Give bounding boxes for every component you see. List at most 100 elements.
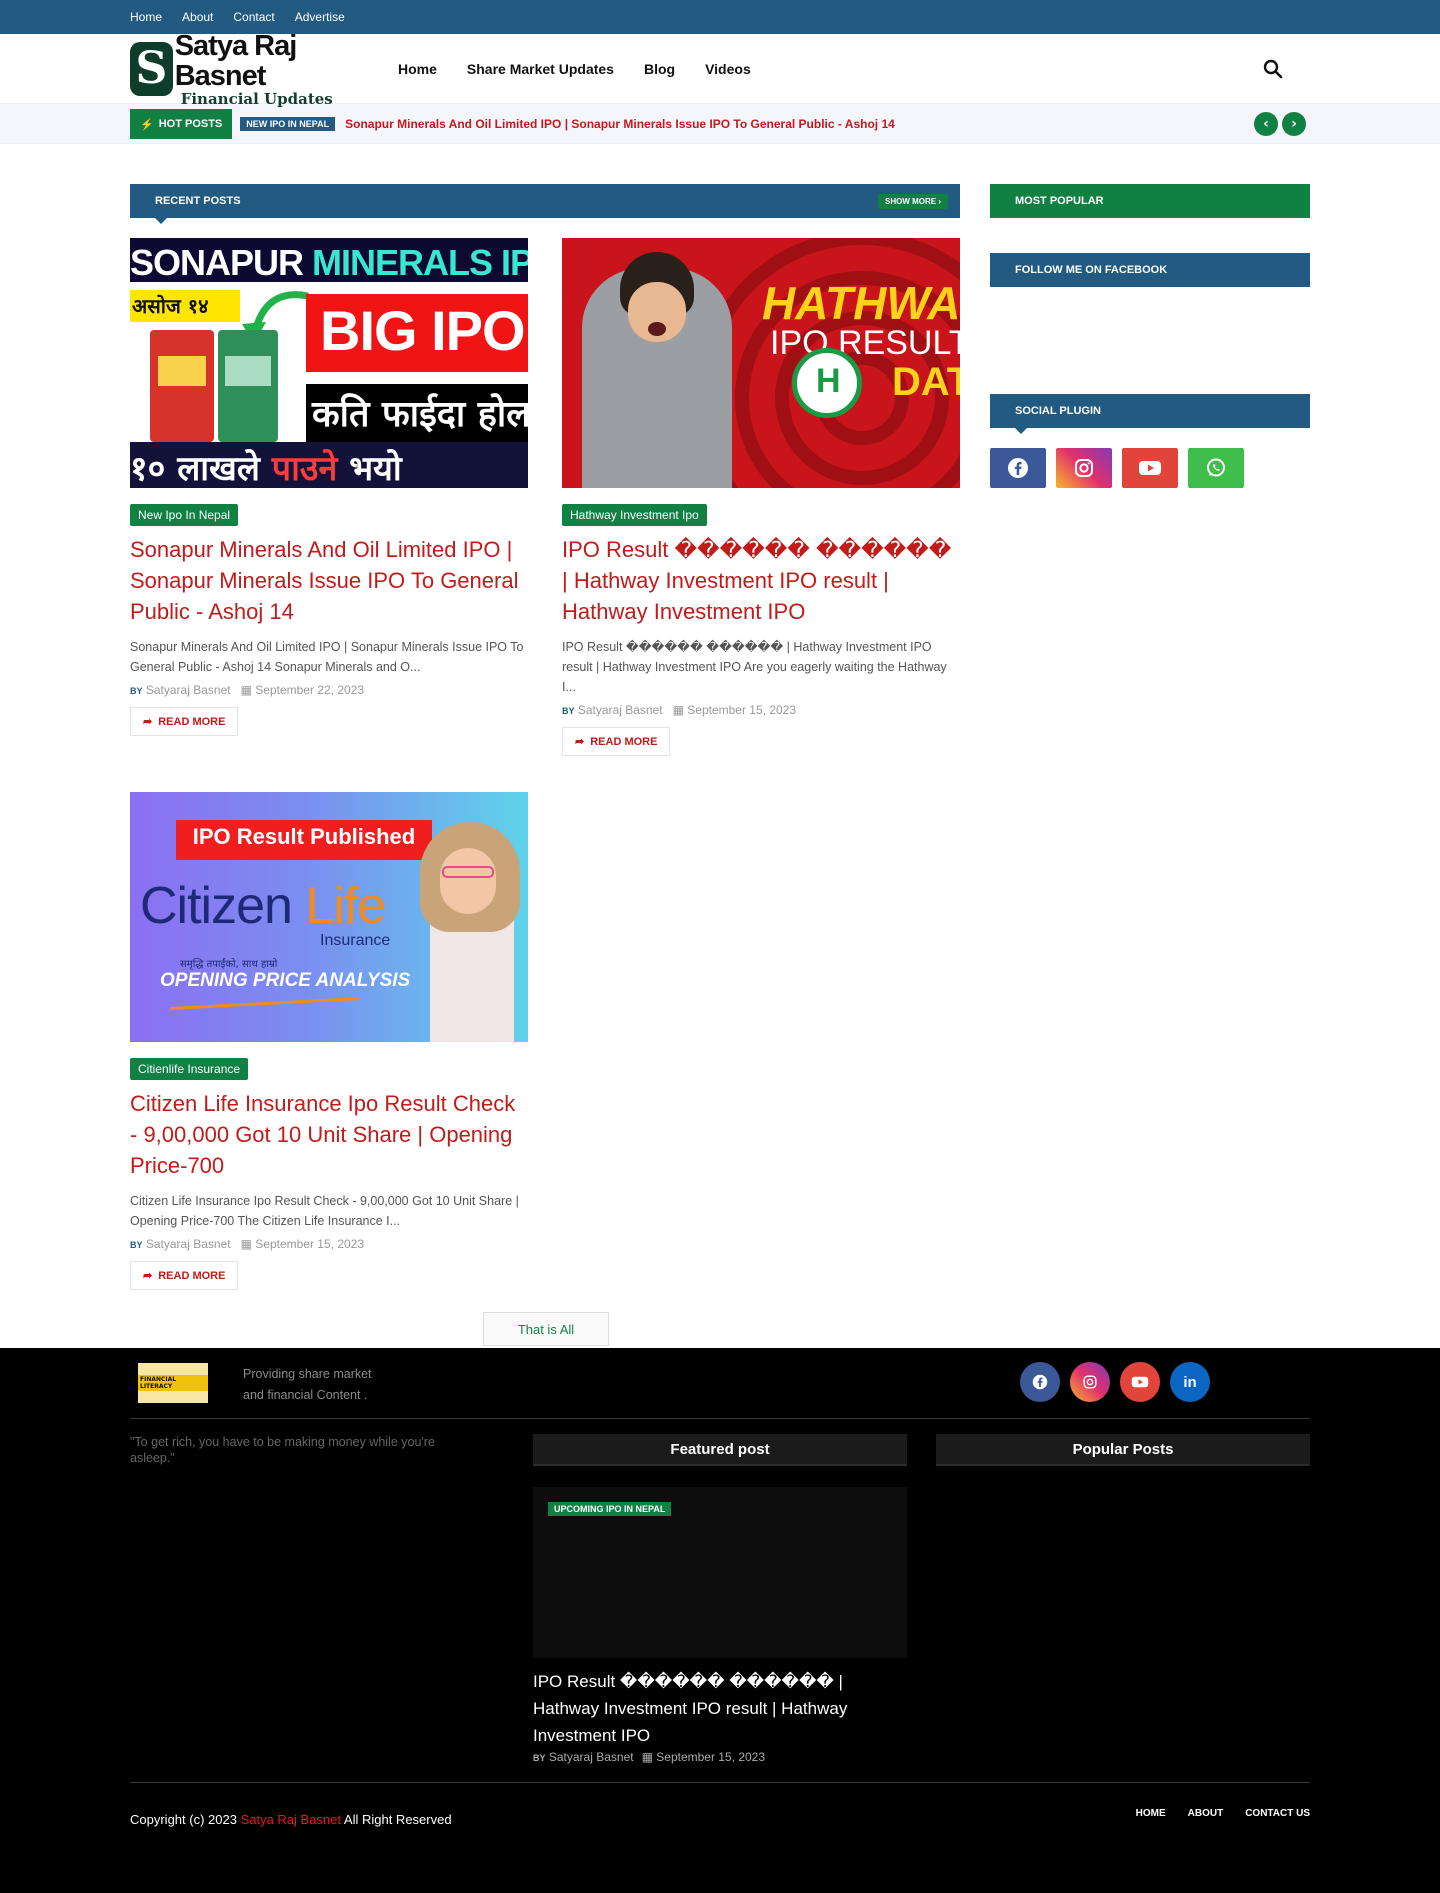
calendar-icon: ▦ [240,683,252,697]
featured-post-tag[interactable]: UPCOMING IPO IN NEPAL [548,1502,672,1516]
that-is-all-button[interactable]: That is All [483,1312,609,1346]
site-logo[interactable]: S Satya Raj Basnet Financial Updates [130,31,362,107]
sidebar: MOST POPULAR FOLLOW ME ON FACEBOOK SOCIA… [990,184,1310,1346]
featured-post-author[interactable]: Satyaraj Basnet [549,1750,634,1764]
post-label[interactable]: Citienlife Insurance [130,1058,249,1080]
post-thumbnail[interactable]: IPO Result Published Citizen Life Insura… [130,792,528,1042]
chevron-left-icon[interactable]: ‹ [1254,112,1278,136]
featured-post-title[interactable]: IPO Result ������ ������ | Hathway Inves… [533,1668,907,1749]
top-link-contact[interactable]: Contact [233,10,274,24]
main-nav: Home Share Market Updates Blog Videos [398,61,751,77]
post-author[interactable]: Satyaraj Basnet [578,703,663,717]
hot-posts-label: ⚡ HOT POSTS [130,109,233,139]
social-plugin-header: SOCIAL PLUGIN [990,394,1310,434]
instagram-icon[interactable] [1070,1362,1110,1402]
post-title[interactable]: IPO Result ������ ������ | Hathway Inves… [562,534,960,627]
by-label: BY [130,686,143,696]
facebook-icon[interactable] [1020,1362,1060,1402]
site-footer: FINANCIAL LITERACY Providing share marke… [0,1348,1440,1893]
footer-divider [130,1782,1310,1783]
read-more-button[interactable]: ➦ READ MORE [562,727,671,756]
featured-post-meta: BY Satyaraj Basnet ▦ September 15, 2023 [533,1750,766,1764]
post-author[interactable]: Satyaraj Basnet [146,1237,231,1251]
share-arrow-icon: ➦ [143,716,153,728]
top-link-about[interactable]: About [182,10,213,24]
social-plugin-icons [990,448,1310,488]
youtube-icon[interactable] [1122,448,1178,488]
featured-post-thumbnail[interactable]: UPCOMING IPO IN NEPAL [533,1487,907,1658]
by-label: BY [130,1240,143,1250]
nav-blog[interactable]: Blog [644,61,675,77]
footer-social-icons: in [1020,1362,1210,1402]
post-label[interactable]: Hathway Investment Ipo [562,504,707,526]
main-column: RECENT POSTS SHOW MORE › SONAPUR MINERAL… [130,184,960,1346]
footer-links: HOME ABOUT CONTACT US [1136,1808,1310,1819]
chevron-right-icon[interactable]: › [1282,112,1306,136]
post-snippet: Citizen Life Insurance Ipo Result Check … [130,1194,519,1228]
footer-description: Providing share market and financial Con… [243,1367,372,1402]
post-date: September 15, 2023 [255,1237,365,1251]
share-arrow-icon: ➦ [143,1270,153,1282]
post-snippet: IPO Result ������ ������ | Hathway Inves… [562,640,947,694]
post-date: September 22, 2023 [255,683,365,697]
footer-quote: "To get rich, you have to be making mone… [130,1435,435,1465]
post-label[interactable]: New Ipo In Nepal [130,504,239,526]
recent-posts-header: RECENT POSTS SHOW MORE › [130,184,960,224]
by-label: BY [562,706,575,716]
show-more-button[interactable]: SHOW MORE › [878,193,948,209]
share-arrow-icon: ➦ [575,736,585,748]
calendar-icon: ▦ [240,1237,252,1251]
copyright-author-link[interactable]: Satya Raj Basnet [241,1812,341,1827]
post-card: IPO Result Published Citizen Life Insura… [130,792,528,1290]
post-thumbnail[interactable]: SONAPUR MINERALS IPO असोज १४ BIG IPO [130,238,528,488]
post-card: HATHWAY IPO RESULT DAT H Hathway Investm… [562,238,960,756]
popular-posts-header: Popular Posts [936,1434,1310,1466]
post-author[interactable]: Satyaraj Basnet [146,683,231,697]
hot-post-tag[interactable]: NEW IPO IN NEPAL [240,117,336,131]
top-link-home[interactable]: Home [130,10,162,24]
post-card: SONAPUR MINERALS IPO असोज १४ BIG IPO [130,238,528,756]
post-grid: SONAPUR MINERALS IPO असोज १४ BIG IPO [130,238,960,1290]
footer-link-home[interactable]: HOME [1136,1808,1166,1819]
instagram-icon[interactable] [1056,448,1112,488]
footer-logo[interactable]: FINANCIAL LITERACY [138,1363,208,1403]
read-more-button[interactable]: ➦ READ MORE [130,707,239,736]
post-title[interactable]: Citizen Life Insurance Ipo Result Check … [130,1088,528,1181]
logo-mark: S [130,42,173,96]
top-bar: Home About Contact Advertise [0,0,1440,34]
hot-post-title[interactable]: Sonapur Minerals And Oil Limited IPO | S… [345,117,895,131]
nav-home[interactable]: Home [398,61,437,77]
post-title[interactable]: Sonapur Minerals And Oil Limited IPO | S… [130,534,528,627]
top-link-advertise[interactable]: Advertise [295,10,345,24]
featured-post-header: Featured post [533,1434,907,1466]
most-popular-header: MOST POPULAR [990,184,1310,218]
calendar-icon: ▦ [672,703,684,717]
whatsapp-icon[interactable] [1188,448,1244,488]
nav-share-market-updates[interactable]: Share Market Updates [467,61,614,77]
featured-post-date: September 15, 2023 [656,1750,766,1764]
calendar-icon: ▦ [641,1750,653,1764]
post-snippet: Sonapur Minerals And Oil Limited IPO | S… [130,640,524,674]
bolt-icon: ⚡ [140,118,154,131]
nav-videos[interactable]: Videos [705,61,751,77]
youtube-icon[interactable] [1120,1362,1160,1402]
post-meta: BY Satyaraj Basnet ▦ September 15, 2023 [562,703,960,717]
recent-posts-title: RECENT POSTS [155,195,241,207]
facebook-header: FOLLOW ME ON FACEBOOK [990,253,1310,287]
post-meta: BY Satyaraj Basnet ▦ September 15, 2023 [130,1237,528,1251]
search-icon[interactable] [1262,58,1284,80]
post-date: September 15, 2023 [687,703,797,717]
post-thumbnail[interactable]: HATHWAY IPO RESULT DAT H [562,238,960,488]
footer-link-contact[interactable]: CONTACT US [1245,1808,1310,1819]
hot-posts-bar: ⚡ HOT POSTS NEW IPO IN NEPAL Sonapur Min… [0,104,1440,144]
caret-icon [155,218,167,224]
linkedin-icon[interactable]: in [1170,1362,1210,1402]
facebook-icon[interactable] [990,448,1046,488]
content-area: RECENT POSTS SHOW MORE › SONAPUR MINERAL… [130,184,1310,1346]
footer-divider [130,1418,1310,1419]
site-header: S Satya Raj Basnet Financial Updates Hom… [0,31,1440,107]
footer-link-about[interactable]: ABOUT [1188,1808,1224,1819]
post-meta: BY Satyaraj Basnet ▦ September 22, 2023 [130,683,528,697]
read-more-button[interactable]: ➦ READ MORE [130,1261,239,1290]
hot-post-arrows: ‹ › [1254,112,1306,136]
